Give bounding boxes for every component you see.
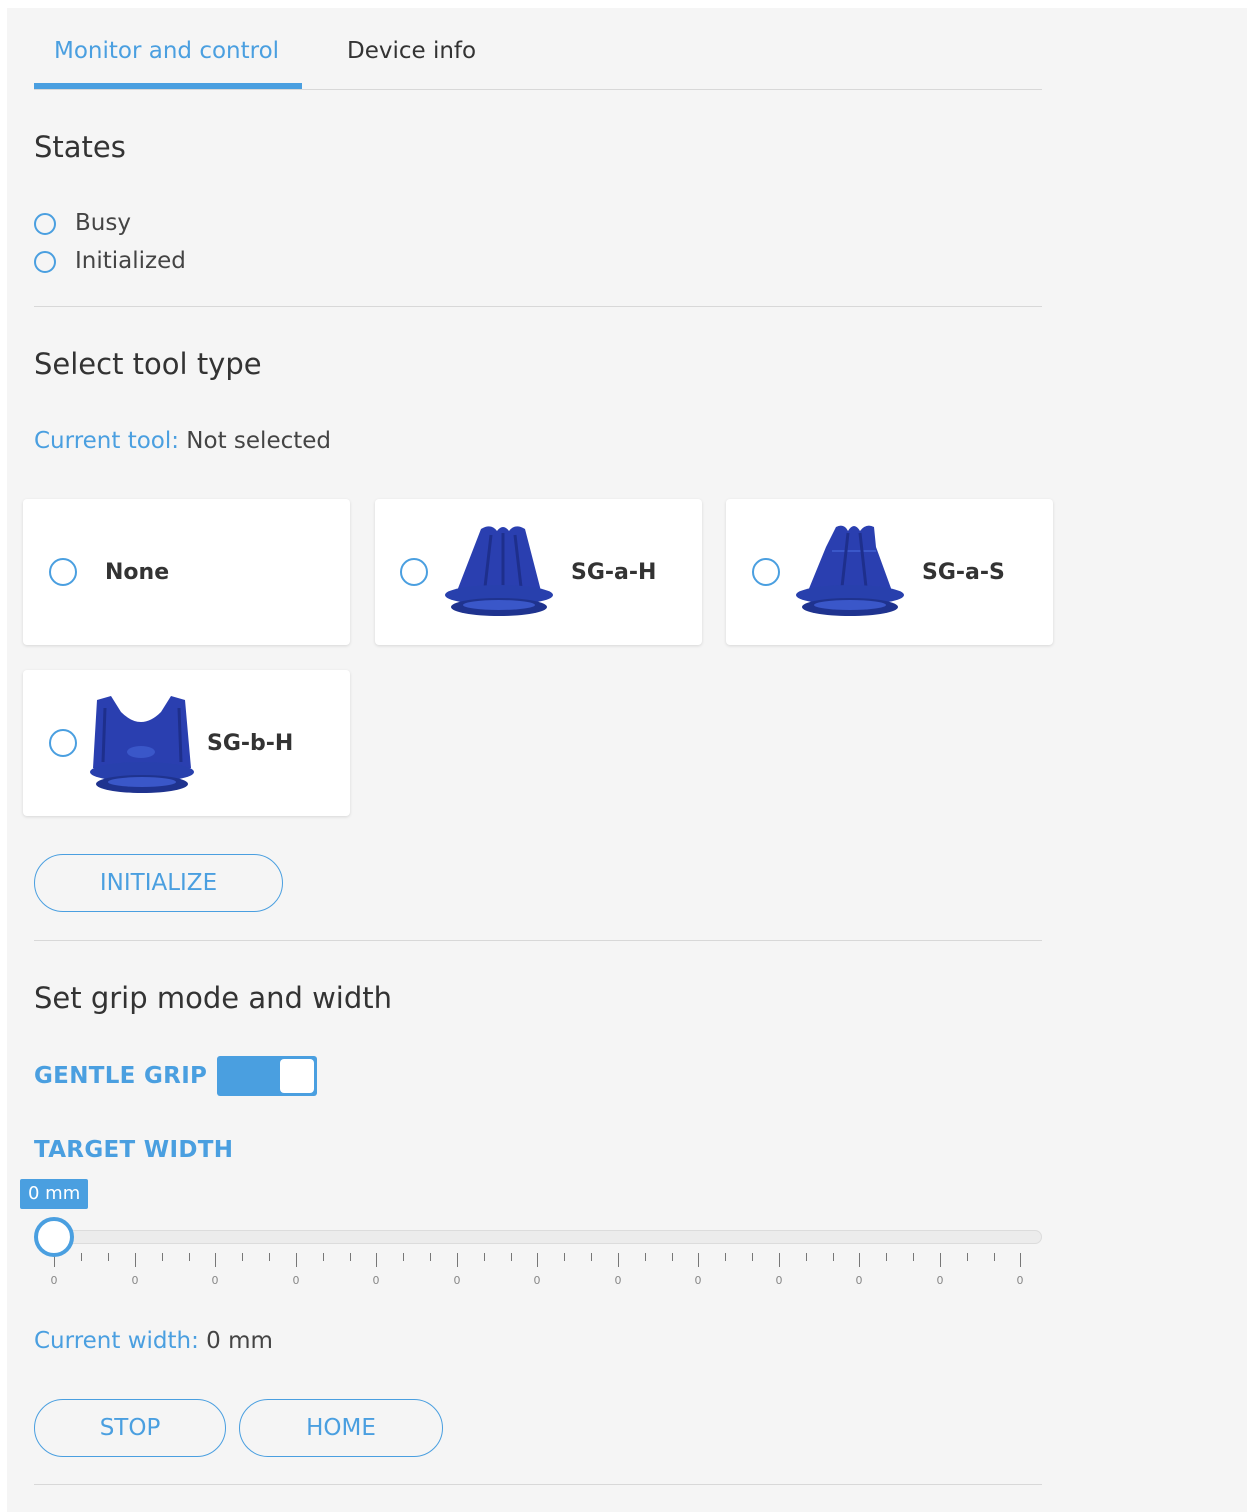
slider-minor-tick — [162, 1253, 163, 1261]
stop-button[interactable]: STOP — [34, 1399, 226, 1457]
slider-minor-tick — [564, 1253, 565, 1261]
slider-major-tick — [537, 1253, 538, 1267]
bottom-divider — [34, 1484, 1042, 1485]
slider-minor-tick — [913, 1253, 914, 1261]
current-tool-value: Not selected — [179, 428, 332, 454]
states-title: States — [34, 130, 126, 164]
tool-sg-a-s-label: SG-a-S — [922, 560, 1005, 585]
target-width-label: TARGET WIDTH — [34, 1137, 234, 1163]
initialized-state-label: Initialized — [75, 248, 186, 274]
gentle-grip-toggle-knob — [280, 1059, 314, 1093]
slider-tick-label: 0 — [372, 1274, 380, 1287]
soft-gripper-b-icon — [90, 696, 194, 793]
slider-minor-tick — [323, 1253, 324, 1261]
slider-tick-label: 0 — [694, 1274, 702, 1287]
tool-sg-b-h-label: SG-b-H — [207, 731, 294, 756]
slider-major-tick — [940, 1253, 941, 1267]
slider-minor-tick — [752, 1253, 753, 1261]
slider-tick-label: 0 — [131, 1274, 139, 1287]
slider-minor-tick — [645, 1253, 646, 1261]
gentle-grip-label: GENTLE GRIP — [34, 1063, 208, 1089]
current-width-value: 0 mm — [198, 1328, 273, 1354]
slider-minor-tick — [511, 1253, 512, 1261]
slider-major-tick — [296, 1253, 297, 1267]
tool-sg-b-h-radio[interactable] — [49, 729, 77, 757]
busy-state-indicator — [34, 213, 56, 235]
tool-option-none[interactable]: None — [23, 499, 350, 645]
slider-tick-label: 0 — [533, 1274, 541, 1287]
slider-major-tick — [1020, 1253, 1021, 1267]
slider-minor-tick — [886, 1253, 887, 1261]
slider-tick-label: 0 — [211, 1274, 219, 1287]
slider-major-tick — [376, 1253, 377, 1267]
initialize-button[interactable]: INITIALIZE — [34, 854, 283, 912]
slider-minor-tick — [108, 1253, 109, 1261]
slider-minor-tick — [350, 1253, 351, 1261]
slider-minor-tick — [403, 1253, 404, 1261]
slider-major-tick — [457, 1253, 458, 1267]
slider-minor-tick — [591, 1253, 592, 1261]
tab-device-info[interactable]: Device info — [347, 38, 476, 64]
slider-minor-tick — [833, 1253, 834, 1261]
current-tool-key: Current tool: — [34, 428, 179, 454]
slider-minor-tick — [967, 1253, 968, 1261]
slider-minor-tick — [672, 1253, 673, 1261]
slider-minor-tick — [725, 1253, 726, 1261]
soft-gripper-a-icon — [796, 525, 904, 616]
slider-minor-tick — [806, 1253, 807, 1261]
grip-mode-title: Set grip mode and width — [34, 981, 393, 1015]
current-width-key: Current width: — [34, 1328, 199, 1354]
slider-minor-tick — [430, 1253, 431, 1261]
home-button[interactable]: HOME — [239, 1399, 443, 1457]
tool-none-label: None — [105, 560, 170, 585]
slider-tick-label: 0 — [614, 1274, 622, 1287]
busy-state-label: Busy — [75, 210, 131, 236]
initialized-state-indicator — [34, 251, 56, 273]
tool-none-radio[interactable] — [49, 558, 77, 586]
tab-monitor-and-control[interactable]: Monitor and control — [54, 38, 279, 64]
slider-minor-tick — [81, 1253, 82, 1261]
soft-gripper-a-icon — [445, 526, 553, 616]
gentle-grip-toggle[interactable] — [217, 1056, 317, 1096]
current-width-line: Current width: 0 mm — [34, 1328, 273, 1354]
target-width-slider-track[interactable] — [47, 1230, 1042, 1244]
slider-major-tick — [859, 1253, 860, 1267]
select-tool-type-title: Select tool type — [34, 347, 262, 381]
target-width-slider-thumb[interactable] — [34, 1217, 74, 1257]
slider-value-badge: 0 mm — [20, 1179, 89, 1209]
slider-major-tick — [779, 1253, 780, 1267]
slider-tick-label: 0 — [292, 1274, 300, 1287]
slider-tick-label: 0 — [1016, 1274, 1024, 1287]
tool-divider — [34, 940, 1042, 941]
slider-tick-label: 0 — [453, 1274, 461, 1287]
tabs-divider — [34, 89, 1042, 90]
tool-sg-a-h-label: SG-a-H — [571, 560, 657, 585]
slider-major-tick — [698, 1253, 699, 1267]
tool-option-sg-a-s[interactable]: SG-a-S — [726, 499, 1053, 645]
states-divider — [34, 306, 1042, 307]
slider-minor-tick — [269, 1253, 270, 1261]
slider-tick-label: 0 — [936, 1274, 944, 1287]
slider-minor-tick — [994, 1253, 995, 1261]
tool-sg-a-s-radio[interactable] — [752, 558, 780, 586]
slider-tick-label: 0 — [50, 1274, 58, 1287]
slider-tick-label: 0 — [775, 1274, 783, 1287]
tool-sg-a-h-radio[interactable] — [400, 558, 428, 586]
slider-minor-tick — [242, 1253, 243, 1261]
monitor-panel: Monitor and control Device info States B… — [7, 8, 1247, 1512]
slider-minor-tick — [484, 1253, 485, 1261]
slider-major-tick — [135, 1253, 136, 1267]
slider-major-tick — [618, 1253, 619, 1267]
slider-tick-label: 0 — [855, 1274, 863, 1287]
slider-major-tick — [215, 1253, 216, 1267]
tool-option-sg-b-h[interactable]: SG-b-H — [23, 670, 350, 816]
current-tool-line: Current tool: Not selected — [34, 428, 331, 454]
slider-minor-tick — [189, 1253, 190, 1261]
tool-option-sg-a-h[interactable]: SG-a-H — [375, 499, 702, 645]
